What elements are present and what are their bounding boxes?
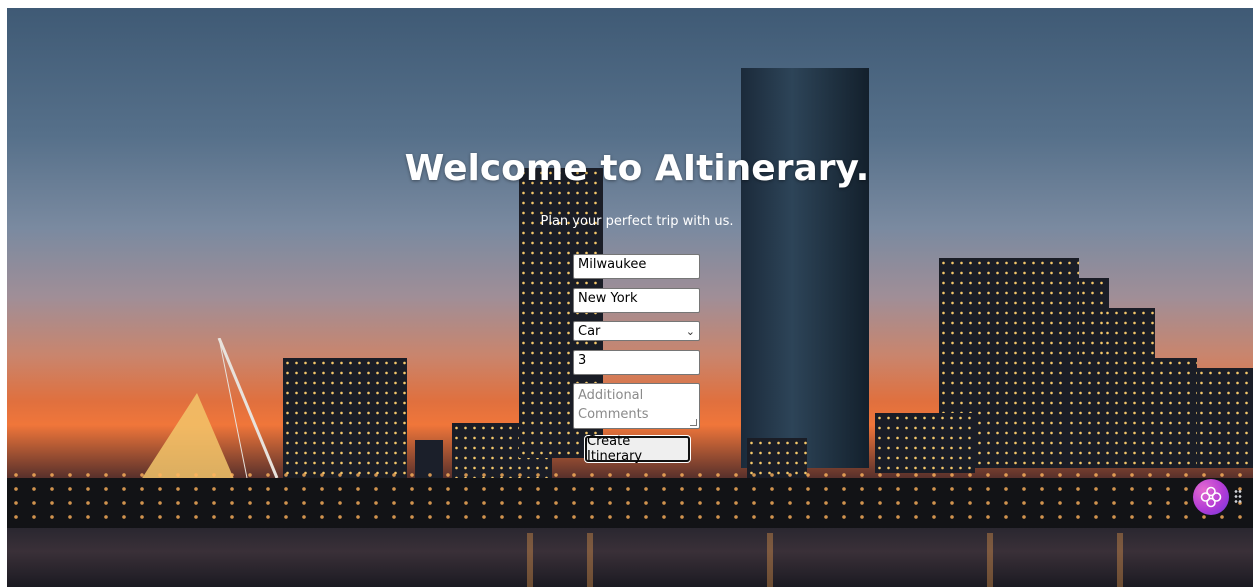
drag-handle-icon[interactable]: [1234, 489, 1242, 505]
assistant-button[interactable]: [1193, 479, 1229, 515]
assistant-flower-icon: [1200, 486, 1222, 508]
resize-handle-icon[interactable]: [690, 419, 697, 426]
hero-background: Welcome to AItinerary. Plan your perfect…: [7, 8, 1253, 587]
itinerary-form-section: Welcome to AItinerary. Plan your perfect…: [7, 8, 1253, 587]
destination-input[interactable]: New York: [573, 288, 700, 313]
comments-textarea[interactable]: Additional Comments: [573, 383, 700, 429]
origin-input[interactable]: Milwaukee: [573, 254, 700, 279]
transport-select[interactable]: Car ⌄: [573, 321, 700, 341]
page-title: Welcome to AItinerary.: [404, 148, 870, 189]
create-itinerary-button[interactable]: Create Itinerary: [585, 434, 690, 464]
page-subtitle: Plan your perfect trip with us.: [540, 214, 734, 229]
transport-selected-label: Car: [578, 323, 601, 339]
days-input[interactable]: 3: [573, 350, 700, 375]
comments-placeholder: Additional Comments: [578, 388, 649, 422]
chevron-down-icon: ⌄: [685, 324, 695, 338]
